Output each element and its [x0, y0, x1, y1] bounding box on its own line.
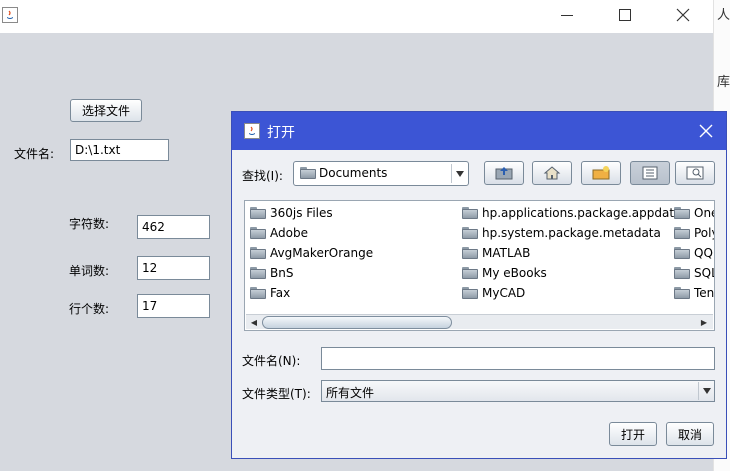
list-item[interactable]: Fax — [250, 284, 290, 302]
details-view-button[interactable] — [675, 161, 715, 185]
list-item[interactable]: Poly — [674, 224, 714, 242]
horizontal-scrollbar[interactable]: ◀ ▶ — [246, 314, 713, 329]
background-text-top: 人强 — [717, 8, 730, 23]
scrollbar-thumb[interactable] — [262, 316, 452, 329]
list-item[interactable]: QQ — [674, 244, 713, 262]
choose-file-button[interactable]: 选择文件 — [70, 99, 142, 122]
folder-icon — [250, 227, 266, 239]
folder-icon — [674, 247, 690, 259]
up-folder-button[interactable] — [484, 161, 524, 185]
list-item[interactable]: SQL — [674, 264, 714, 282]
dialog-close-button[interactable] — [690, 116, 722, 146]
dropdown-arrow-icon[interactable] — [451, 164, 467, 183]
maximize-icon — [619, 9, 631, 21]
background-text-mid: 库事 — [717, 75, 730, 90]
folder-icon — [250, 207, 266, 219]
list-item[interactable]: hp.system.package.metadata — [462, 224, 661, 242]
look-in-combo[interactable]: Documents — [293, 161, 469, 186]
word-count-field[interactable]: 12 — [137, 256, 210, 280]
word-count-label: 单词数: — [69, 264, 110, 278]
java-icon — [2, 7, 18, 23]
filetype-value: 所有文件 — [326, 386, 375, 400]
folder-icon — [674, 267, 690, 279]
list-item[interactable]: 360js Files — [250, 204, 333, 222]
folder-icon — [300, 167, 316, 179]
list-view-icon — [642, 166, 658, 180]
list-item[interactable]: hp.applications.package.appdata — [462, 204, 681, 222]
home-icon — [543, 166, 561, 180]
list-item[interactable]: BnS — [250, 264, 293, 282]
look-in-value: Documents — [319, 166, 388, 180]
list-item[interactable]: Ten — [674, 284, 714, 302]
folder-icon — [462, 227, 478, 239]
maximize-button[interactable] — [602, 0, 648, 30]
java-icon — [244, 123, 260, 139]
folder-icon — [674, 207, 690, 219]
char-count-field[interactable]: 462 — [137, 215, 210, 239]
filename-label: 文件名: — [14, 147, 55, 161]
scroll-right-icon[interactable]: ▶ — [697, 316, 711, 329]
dropdown-arrow-icon[interactable] — [698, 382, 714, 400]
list-item[interactable]: One — [674, 204, 714, 222]
new-folder-icon — [592, 166, 610, 180]
new-folder-button[interactable] — [581, 161, 621, 185]
close-icon — [676, 8, 690, 22]
filetype-combo[interactable]: 所有文件 — [321, 380, 715, 402]
cancel-button[interactable]: 取消 — [666, 422, 714, 446]
folder-icon — [674, 287, 690, 299]
filename-label: 文件名(N): — [242, 354, 301, 368]
folder-icon — [462, 247, 478, 259]
list-view-button[interactable] — [630, 161, 670, 185]
filename-input[interactable] — [321, 347, 715, 370]
file-list[interactable]: 360js Files Adobe AvgMakerOrange BnS Fax… — [244, 200, 715, 331]
folder-icon — [250, 247, 266, 259]
minimize-icon — [561, 15, 573, 16]
folder-icon — [674, 227, 690, 239]
line-count-label: 行个数: — [69, 302, 110, 316]
up-folder-icon — [495, 167, 513, 180]
line-count-field[interactable]: 17 — [137, 294, 210, 318]
folder-icon — [462, 287, 478, 299]
close-button[interactable] — [660, 0, 706, 30]
folder-icon — [250, 267, 266, 279]
main-titlebar — [0, 0, 713, 33]
open-button[interactable]: 打开 — [609, 422, 657, 446]
list-item[interactable]: My eBooks — [462, 264, 547, 282]
char-count-label: 字符数: — [69, 217, 110, 231]
scroll-left-icon[interactable]: ◀ — [247, 316, 261, 329]
folder-icon — [462, 207, 478, 219]
list-item[interactable]: MATLAB — [462, 244, 530, 262]
list-item[interactable]: Adobe — [250, 224, 308, 242]
filetype-label: 文件类型(T): — [242, 387, 311, 401]
open-file-dialog: 打开 查找(I): Documents 360js Files Adobe Av… — [231, 111, 727, 459]
details-view-icon — [686, 166, 704, 180]
list-item[interactable]: MyCAD — [462, 284, 525, 302]
folder-icon — [250, 287, 266, 299]
filename-field[interactable]: D:\1.txt — [70, 139, 169, 161]
home-button[interactable] — [532, 161, 572, 185]
minimize-button[interactable] — [544, 0, 590, 30]
look-in-label: 查找(I): — [242, 169, 283, 183]
list-item[interactable]: AvgMakerOrange — [250, 244, 373, 262]
dialog-titlebar: 打开 — [232, 112, 726, 150]
dialog-title: 打开 — [267, 125, 295, 141]
folder-icon — [462, 267, 478, 279]
close-icon — [699, 124, 713, 138]
